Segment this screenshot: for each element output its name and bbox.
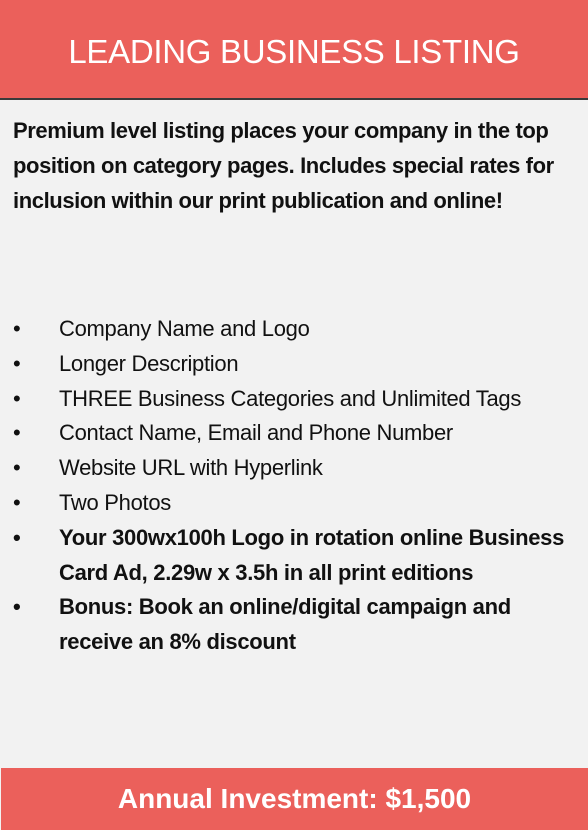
intro-paragraph: Premium level listing places your compan… [13,118,554,213]
annual-investment: Annual Investment: $1,500 [1,768,588,830]
bullet-icon: • [13,385,21,411]
feature-item: • Your 300wx100h Logo in rotation online … [0,521,580,591]
feature-text: Website URL with Hyperlink [59,455,323,481]
bullet-icon: • [13,489,21,515]
feature-item: • Contact Name, Email and Phone Number [0,416,580,451]
feature-item: • Two Photos [0,486,580,521]
bullet-icon: • [13,455,21,481]
feature-item: • Website URL with Hyperlink [0,451,580,486]
feature-item: • Company Name and Logo [0,312,580,347]
feature-list: • Company Name and Logo • Longer Descriptio… [0,312,580,660]
feature-text: Your 300wx100h Logo in rotation online B… [59,524,565,585]
bullet-icon: • [13,420,21,446]
feature-text: Bonus: Book an online/digital campaign a… [59,594,511,655]
feature-item: • Longer Description [0,347,580,382]
feature-text: THREE Business Categories and Unlimited … [59,385,522,411]
feature-text: Longer Description [59,350,239,376]
feature-text: Contact Name, Email and Phone Number [59,420,453,446]
feature-item: • Bonus: Book an online/digital campaign … [0,590,580,660]
bullet-icon: • [13,524,21,550]
feature-text: Company Name and Logo [59,316,310,341]
feature-text: Two Photos [59,489,171,515]
listing-title: LEADING BUSINESS LISTING [0,0,588,100]
bullet-icon: • [13,316,21,341]
feature-item: • THREE Business Categories and Unlimited… [0,382,580,417]
bullet-icon: • [13,350,21,376]
bullet-icon: • [13,594,21,620]
